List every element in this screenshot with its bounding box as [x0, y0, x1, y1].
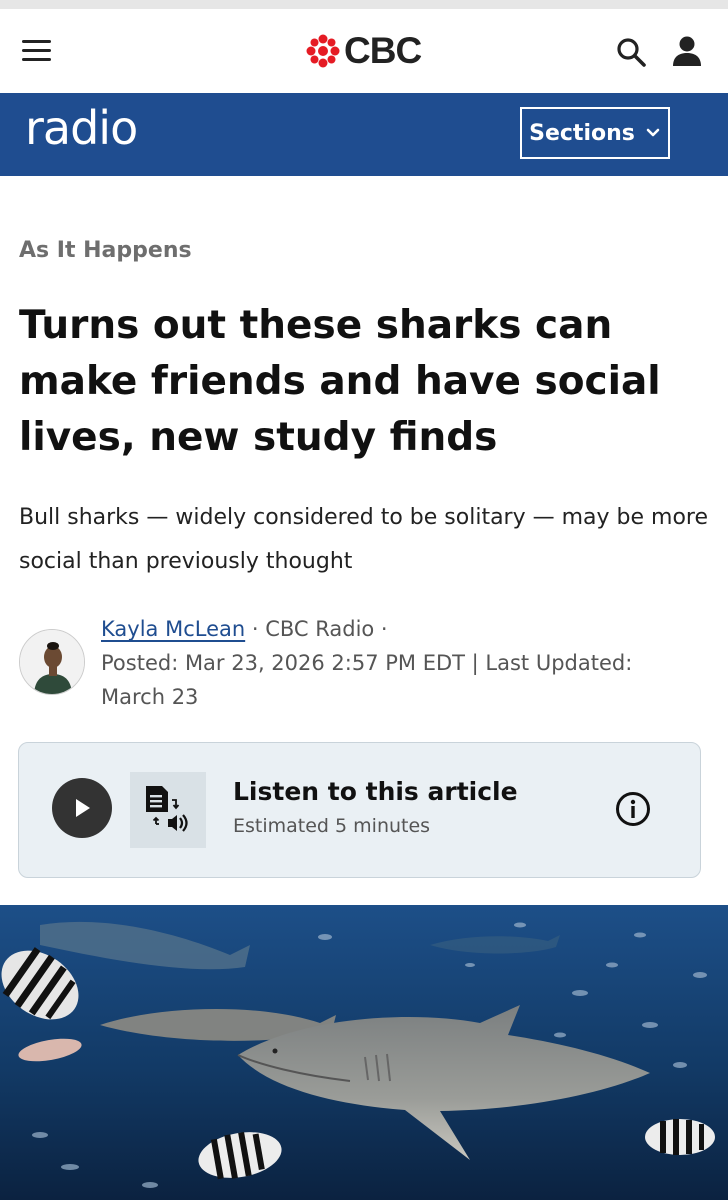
author-avatar[interactable] — [19, 629, 85, 695]
show-name-link[interactable]: As It Happens — [19, 238, 192, 263]
listen-title: Listen to this article — [233, 777, 518, 806]
sections-button[interactable]: Sections — [520, 107, 670, 159]
listen-estimate: Estimated 5 minutes — [233, 815, 431, 837]
site-header: CBC — [0, 9, 728, 93]
outlet-name: · CBC Radio · — [251, 617, 388, 641]
posted-date: Posted: Mar 23, 2026 2:57 PM EDT | Last … — [101, 651, 633, 709]
play-icon — [76, 799, 90, 817]
byline: Kayla McLean · CBC Radio · Posted: Mar 2… — [101, 612, 701, 714]
user-account-icon[interactable] — [670, 34, 704, 68]
search-icon[interactable] — [614, 35, 648, 69]
radio-section-bar: radio Sections — [0, 93, 728, 176]
article-deck: Bull sharks — widely considered to be so… — [19, 505, 709, 574]
author-photo — [20, 630, 84, 694]
chevron-down-icon — [646, 128, 660, 137]
bull-sharks-photo — [0, 905, 728, 1200]
play-button[interactable] — [52, 778, 112, 838]
hamburger-menu-icon[interactable] — [22, 40, 52, 62]
listen-to-article-card: Listen to this article Estimated 5 minut… — [18, 742, 701, 878]
info-icon[interactable] — [615, 791, 651, 827]
text-to-speech-icon — [130, 772, 206, 848]
cbc-logo[interactable]: CBC — [306, 30, 422, 71]
radio-wordmark[interactable]: radio — [25, 101, 138, 155]
cbc-gem-icon — [306, 34, 340, 68]
browser-top-strip — [0, 0, 728, 9]
hero-image — [0, 905, 728, 1200]
brand-name: CBC — [344, 30, 422, 71]
article-headline: Turns out these sharks can make friends … — [19, 303, 661, 460]
author-link[interactable]: Kayla McLean — [101, 617, 245, 641]
sections-label: Sections — [529, 120, 635, 146]
